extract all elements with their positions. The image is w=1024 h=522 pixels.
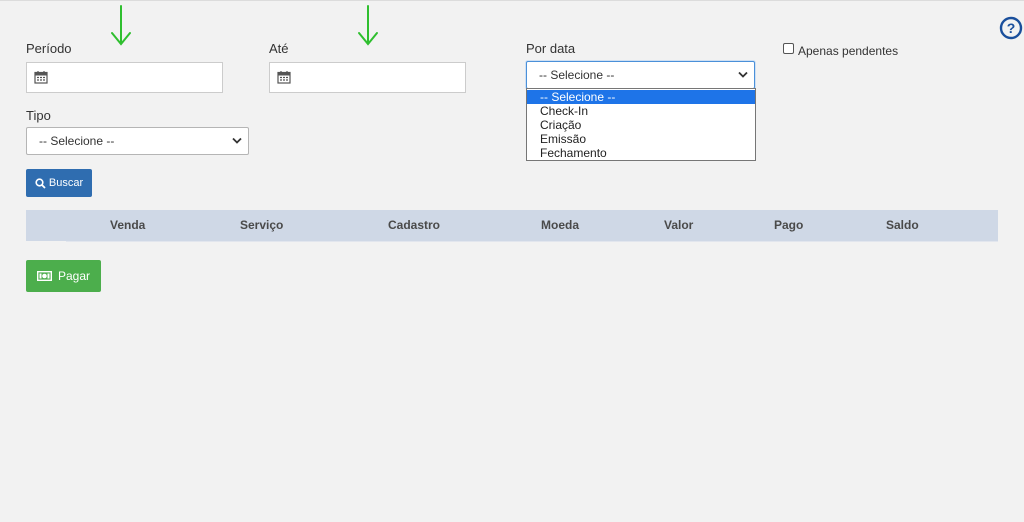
tipo-label: Tipo	[26, 108, 51, 123]
por-data-selected-value: -- Selecione --	[539, 68, 615, 82]
por-data-label: Por data	[526, 41, 576, 56]
calendar-icon	[34, 71, 48, 84]
header-venda: Venda	[110, 218, 146, 232]
pagar-label: Pagar	[57, 269, 91, 283]
header-servico: Serviço	[240, 218, 284, 232]
apenas-pendentes-label[interactable]: Apenas pendentes	[798, 44, 898, 58]
buscar-label: Buscar	[48, 177, 84, 189]
arrow-down-icon	[358, 5, 378, 46]
buscar-button[interactable]: Buscar	[26, 169, 92, 197]
periodo-date-input[interactable]	[26, 62, 223, 93]
header-valor: Valor	[664, 218, 694, 232]
help-icon[interactable]: ?	[999, 16, 1023, 40]
svg-text:?: ?	[1007, 20, 1016, 36]
option-criacao[interactable]: Criação	[527, 118, 755, 132]
tipo-selected-value: -- Selecione --	[39, 134, 115, 148]
header-pago: Pago	[774, 218, 804, 232]
calendar-icon	[277, 71, 291, 84]
header-cadastro: Cadastro	[388, 218, 441, 232]
tipo-select[interactable]: -- Selecione --	[26, 127, 249, 155]
option-emissao[interactable]: Emissão	[527, 132, 755, 146]
option-selecione[interactable]: -- Selecione --	[527, 90, 755, 104]
arrow-down-icon	[111, 5, 131, 46]
por-data-select[interactable]: -- Selecione --	[526, 61, 755, 89]
por-data-dropdown: -- Selecione -- Check-In Criação Emissão…	[526, 88, 756, 161]
apenas-pendentes-checkbox[interactable]	[783, 43, 794, 54]
ate-date-input[interactable]	[269, 62, 466, 93]
chevron-down-icon	[738, 71, 748, 78]
ate-label: Até	[269, 41, 289, 56]
money-icon	[36, 271, 52, 281]
results-table-header: Venda Serviço Cadastro Moeda Valor Pago …	[26, 210, 998, 241]
header-saldo: Saldo	[886, 218, 919, 232]
search-icon	[35, 177, 46, 189]
header-moeda: Moeda	[541, 218, 580, 232]
option-check-in[interactable]: Check-In	[527, 104, 755, 118]
option-fechamento[interactable]: Fechamento	[527, 146, 755, 160]
chevron-down-icon	[232, 137, 242, 144]
table-divider	[66, 241, 998, 242]
top-border	[0, 0, 1024, 1]
periodo-label: Período	[26, 41, 72, 56]
pagar-button[interactable]: Pagar	[26, 260, 101, 292]
